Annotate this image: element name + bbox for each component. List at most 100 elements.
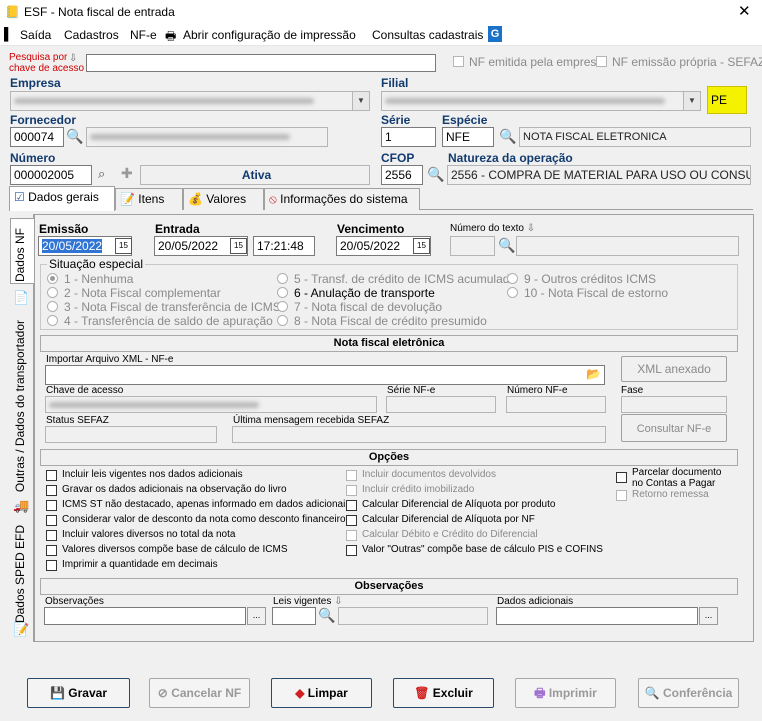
observacoes-dots-button[interactable]: ...	[247, 607, 266, 625]
printer-icon: 🖶	[534, 686, 546, 700]
empresa-select[interactable]	[10, 91, 370, 111]
filial-dropdown-icon[interactable]: ▼	[683, 92, 700, 110]
situacao-radio-3[interactable]	[47, 301, 58, 312]
opcao-checkbox-3[interactable]	[46, 500, 57, 511]
side-tab-sped[interactable]: Dados SPED EFD	[13, 525, 27, 623]
imprimir-button[interactable]: 🖶 Imprimir	[515, 678, 616, 708]
serie-nfe-label: Série NF-e	[387, 385, 436, 396]
opcao2-label-2: Incluir crédito imobilizado	[362, 484, 475, 495]
fase-input[interactable]	[621, 396, 727, 413]
consultar-nfe-button[interactable]: Consultar NF-e	[621, 414, 727, 442]
close-icon[interactable]: ✕	[738, 2, 751, 20]
especie-input[interactable]: NFE	[442, 127, 494, 147]
xml-anexado-button[interactable]: XML anexado	[621, 356, 727, 382]
numero-nfe-input[interactable]	[506, 396, 606, 413]
tab-dados-gerais[interactable]: ☑ Dados gerais	[9, 186, 115, 211]
leis-vigentes-input[interactable]	[272, 607, 316, 625]
opcao2-checkbox-1[interactable]	[346, 470, 357, 481]
checkbox-icon: ☑	[14, 190, 25, 204]
entrada-calendar-icon[interactable]: 15	[230, 238, 247, 254]
opcao2-label-1: Incluir documentos devolvidos	[362, 469, 496, 480]
dados-adicionais-dots-button[interactable]: ...	[699, 607, 718, 625]
opcao-checkbox-6[interactable]	[46, 545, 57, 556]
observacoes-input[interactable]	[44, 607, 246, 625]
cancelar-nf-button[interactable]: ⊘ Cancelar NF	[149, 678, 250, 708]
menu-nfe[interactable]: NF-e	[130, 28, 157, 42]
cfop-label: CFOP	[381, 151, 415, 165]
numero-texto-input[interactable]	[450, 236, 495, 256]
opcao2-checkbox-5[interactable]	[346, 530, 357, 541]
side-tab-transportador[interactable]: Outras / Dados do transportador	[13, 320, 27, 492]
opcao2-checkbox-2[interactable]	[346, 485, 357, 496]
serie-input[interactable]: 1	[381, 127, 436, 147]
opcao-checkbox-1[interactable]	[46, 470, 57, 481]
consultas-g-icon[interactable]: G	[488, 26, 502, 42]
opcao2-checkbox-6[interactable]	[346, 545, 357, 556]
menu-saida[interactable]: Saída	[20, 28, 51, 42]
parcelar-label: Parcelar documento	[632, 467, 722, 478]
serie-nfe-input[interactable]	[386, 396, 496, 413]
cfop-input[interactable]: 2556	[381, 165, 423, 185]
binoculars-icon[interactable]: ⌕	[98, 166, 105, 182]
excluir-button[interactable]: 🗑 Excluir	[393, 678, 494, 708]
uf-field: PE	[707, 86, 747, 114]
vencimento-calendar-icon[interactable]: 15	[413, 238, 430, 254]
situacao-radio-7[interactable]	[277, 301, 288, 312]
leis-vigentes-desc	[338, 607, 488, 625]
situacao-option-8: 8 - Nota Fiscal de crédito presumido	[294, 314, 487, 328]
filial-select[interactable]	[381, 91, 701, 111]
empresa-dropdown-icon[interactable]: ▼	[352, 92, 369, 110]
opcao-checkbox-4[interactable]	[46, 515, 57, 526]
filial-label: Filial	[381, 76, 409, 90]
dados-adicionais-input[interactable]	[496, 607, 698, 625]
situacao-radio-9[interactable]	[507, 273, 518, 284]
tab-valores[interactable]: 💰 Valores	[183, 188, 264, 210]
fornecedor-search-icon[interactable]: 🔍	[66, 128, 83, 145]
nf-emitida-checkbox[interactable]	[453, 56, 464, 67]
chave-acesso-input[interactable]	[45, 396, 377, 413]
menu-cadastros[interactable]: Cadastros	[64, 28, 119, 42]
retorno-remessa-checkbox[interactable]	[616, 490, 627, 501]
situacao-radio-8[interactable]	[277, 315, 288, 326]
cfop-search-icon[interactable]: 🔍	[427, 166, 444, 183]
numero-texto-search-icon[interactable]: 🔍	[498, 237, 515, 254]
numero-input[interactable]: 000002005	[10, 165, 92, 185]
numero-texto-desc	[516, 236, 739, 256]
plus-icon[interactable]: ✚	[121, 165, 133, 182]
opcao-checkbox-2[interactable]	[46, 485, 57, 496]
situacao-option-9: 9 - Outros créditos ICMS	[524, 272, 657, 286]
opcao-checkbox-7[interactable]	[46, 560, 57, 571]
especie-search-icon[interactable]: 🔍	[499, 128, 516, 145]
limpar-button[interactable]: ◆ Limpar	[271, 678, 372, 708]
especie-desc: NOTA FISCAL ELETRONICA	[519, 127, 751, 147]
situacao-radio-6[interactable]	[277, 287, 288, 298]
situacao-radio-2[interactable]	[47, 287, 58, 298]
opcao2-checkbox-3[interactable]	[346, 500, 357, 511]
tab-itens[interactable]: 📝 Itens	[115, 188, 183, 210]
situacao-radio-5[interactable]	[277, 273, 288, 284]
folder-open-icon[interactable]: 📂	[586, 367, 601, 381]
pesquisa-chave-input[interactable]	[86, 54, 436, 72]
importar-xml-input[interactable]	[45, 365, 605, 385]
natureza-desc: 2556 - COMPRA DE MATERIAL PARA USO OU CO…	[447, 165, 751, 185]
situacao-radio-4[interactable]	[47, 315, 58, 326]
opcao-label-5: Incluir valores diversos no total da not…	[62, 529, 236, 540]
arrow-down-icon: ⇩	[526, 223, 536, 234]
situacao-radio-1[interactable]	[47, 273, 58, 284]
situacao-radio-10[interactable]	[507, 287, 518, 298]
conferencia-button[interactable]: 🔍 Conferência	[638, 678, 739, 708]
hora-input[interactable]: 17:21:48	[253, 236, 315, 256]
gravar-button[interactable]: 💾 Gravar	[27, 678, 130, 708]
emissao-calendar-icon[interactable]: 15	[115, 238, 132, 254]
parcelar-checkbox[interactable]	[616, 472, 627, 483]
especie-label: Espécie	[442, 113, 488, 127]
leis-vigentes-search-icon[interactable]: 🔍	[318, 607, 335, 624]
menu-config-impressao[interactable]: Abrir configuração de impressão	[183, 28, 356, 42]
nf-propria-label: NF emissão própria - SEFAZ	[612, 55, 762, 69]
opcao2-checkbox-4[interactable]	[346, 515, 357, 526]
opcao-checkbox-5[interactable]	[46, 530, 57, 541]
nf-propria-checkbox[interactable]	[596, 56, 607, 67]
menu-consultas[interactable]: Consultas cadastrais	[372, 28, 483, 42]
tab-informacoes[interactable]: ⦸ Informações do sistema	[264, 188, 420, 210]
fornecedor-code-input[interactable]: 000074	[10, 127, 64, 147]
